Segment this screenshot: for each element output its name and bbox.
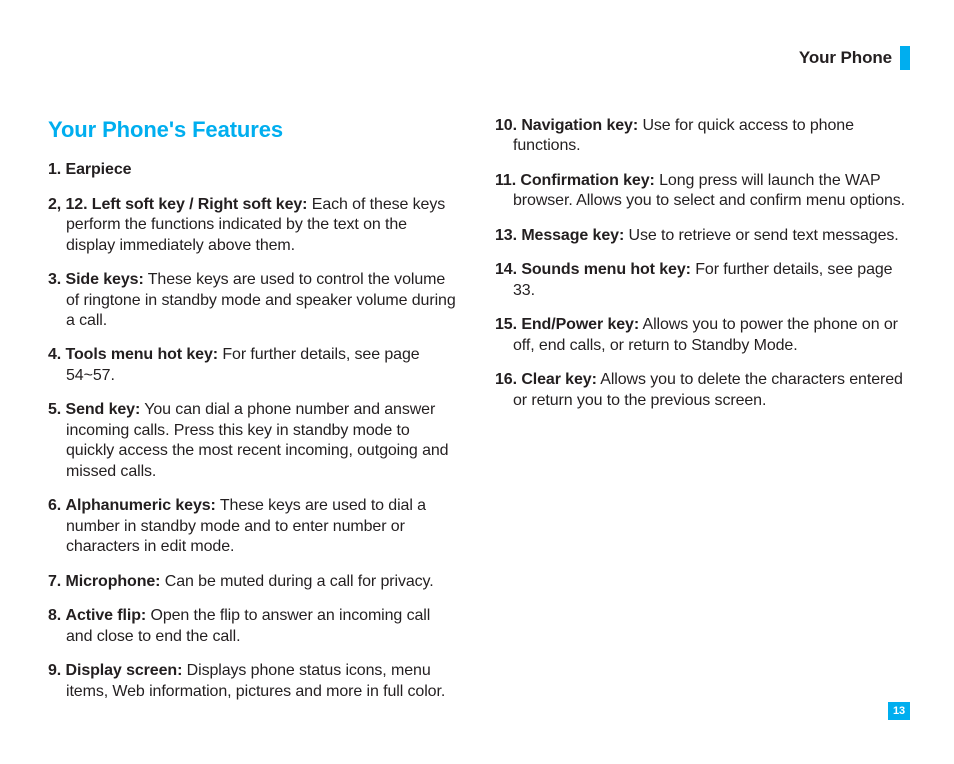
feature-item: 13. Message key: Use to retrieve or send… [495, 226, 906, 246]
feature-name: Sounds menu hot key: [521, 261, 691, 278]
header-section-label: Your Phone [799, 48, 892, 68]
feature-number: 10. [495, 117, 517, 134]
feature-item: 2, 12. Left soft key / Right soft key: E… [48, 195, 459, 256]
page-header: Your Phone [799, 46, 910, 70]
feature-number: 5. [48, 401, 61, 418]
feature-item: 5. Send key: You can dial a phone number… [48, 400, 459, 482]
feature-number: 13. [495, 227, 517, 244]
feature-number: 15. [495, 316, 517, 333]
feature-number: 9. [48, 662, 61, 679]
feature-number: 8. [48, 607, 61, 624]
feature-name: Display screen: [66, 662, 183, 679]
feature-item: 7. Microphone: Can be muted during a cal… [48, 572, 459, 592]
features-list: 1. Earpiece 2, 12. Left soft key / Right … [48, 116, 906, 724]
content-columns: Your Phone's Features 1. Earpiece 2, 12. … [48, 116, 906, 724]
feature-item: 15. End/Power key: Allows you to power t… [495, 315, 906, 356]
feature-item: 4. Tools menu hot key: For further detai… [48, 345, 459, 386]
feature-number: 6. [48, 497, 61, 514]
feature-item: 14. Sounds menu hot key: For further det… [495, 260, 906, 301]
section-title: Your Phone's Features [48, 116, 459, 144]
feature-number: 2, 12. [48, 196, 87, 213]
feature-name: Microphone: [66, 573, 161, 590]
feature-name: Navigation key: [521, 117, 638, 134]
feature-name: Clear key: [521, 371, 597, 388]
feature-number: 16. [495, 371, 517, 388]
feature-number: 3. [48, 271, 61, 288]
feature-name: Send key: [66, 401, 141, 418]
feature-number: 4. [48, 346, 61, 363]
feature-description: Use to retrieve or send text messages. [629, 227, 899, 244]
feature-number: 14. [495, 261, 517, 278]
feature-item: 3. Side keys: These keys are used to con… [48, 270, 459, 331]
feature-name: End/Power key: [521, 316, 639, 333]
feature-name: Alphanumeric keys: [66, 497, 216, 514]
feature-item: 11. Confirmation key: Long press will la… [495, 171, 906, 212]
feature-number: 1. [48, 161, 61, 178]
page-number: 13 [893, 705, 905, 717]
feature-item: 8. Active flip: Open the flip to answer … [48, 606, 459, 647]
feature-description: Can be muted during a call for privacy. [165, 573, 434, 590]
page: Your Phone Your Phone's Features 1. Earp… [0, 0, 954, 764]
feature-name: Side keys: [66, 271, 144, 288]
feature-number: 11. [495, 172, 516, 189]
feature-name: Earpiece [66, 161, 132, 178]
feature-item: 10. Navigation key: Use for quick access… [495, 116, 906, 157]
feature-item: 9. Display screen: Displays phone status… [48, 661, 459, 702]
feature-item: 6. Alphanumeric keys: These keys are use… [48, 496, 459, 557]
feature-name: Left soft key / Right soft key: [92, 196, 308, 213]
page-number-badge: 13 [888, 702, 910, 720]
feature-item: 16. Clear key: Allows you to delete the … [495, 370, 906, 411]
feature-number: 7. [48, 573, 61, 590]
header-accent-mark [900, 46, 910, 70]
feature-name: Tools menu hot key: [66, 346, 218, 363]
feature-name: Active flip: [66, 607, 147, 624]
feature-item: 1. Earpiece [48, 160, 459, 180]
feature-name: Message key: [521, 227, 624, 244]
feature-name: Confirmation key: [520, 172, 654, 189]
